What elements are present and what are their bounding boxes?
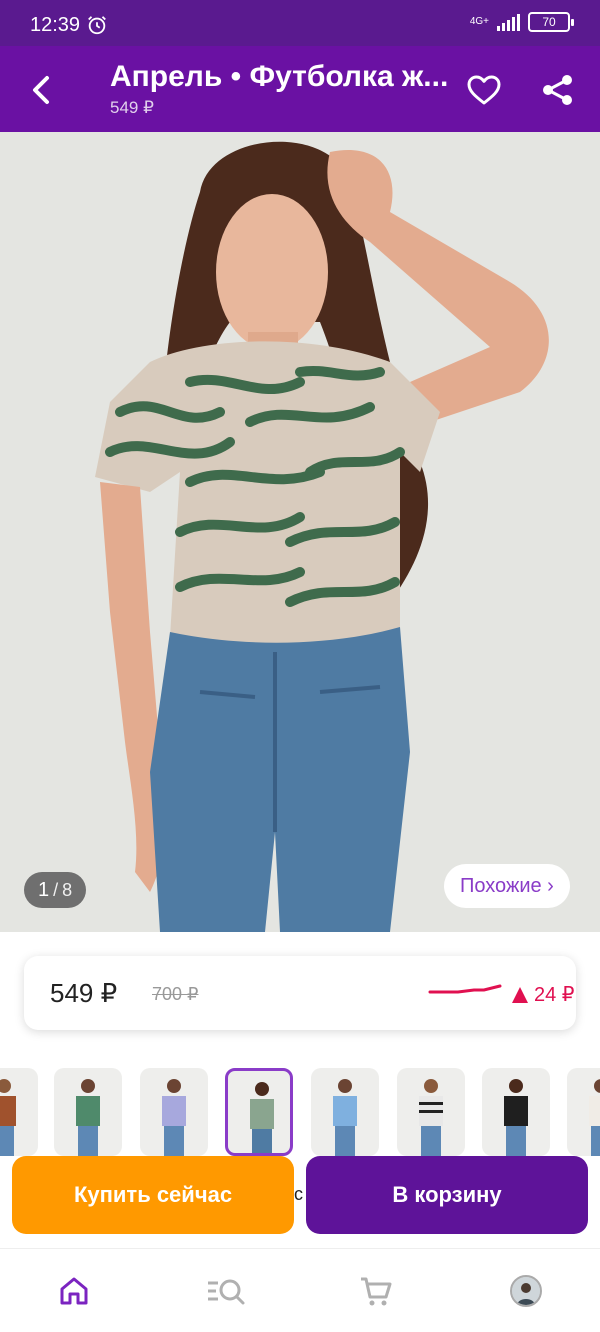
nav-profile[interactable] (504, 1269, 548, 1313)
old-price: 700 ₽ (152, 984, 199, 1004)
price-trend-sparkline (428, 984, 502, 994)
signal-icon (497, 13, 520, 31)
price-card[interactable]: 549 ₽ 700 ₽ 24 ₽ (24, 956, 576, 1030)
buy-now-button[interactable]: Купить сейчас (12, 1156, 294, 1234)
variant-image (504, 1079, 528, 1156)
variant-thumb-selected[interactable] (225, 1068, 293, 1156)
variant-image (333, 1079, 357, 1156)
add-to-cart-button[interactable]: В корзину (306, 1156, 588, 1234)
variant-thumb[interactable] (0, 1068, 38, 1156)
cart-icon (361, 1277, 392, 1306)
similar-button[interactable]: Похожие › (444, 864, 570, 908)
avatar-image (512, 1277, 540, 1305)
buy-now-label: Купить сейчас (73, 1182, 233, 1207)
image-counter-current: 1 (38, 878, 50, 901)
back-arrow-icon (33, 76, 49, 104)
variant-thumb[interactable] (482, 1068, 550, 1156)
heart-icon (467, 75, 501, 105)
header-title-block: Апрель • Футболка ж... 549 ₽ (110, 60, 450, 118)
variant-image (250, 1082, 274, 1153)
add-to-cart-label: В корзину (392, 1182, 502, 1207)
network-label: 4G+ (469, 16, 489, 27)
image-counter-total: 8 (62, 879, 73, 900)
product-photo (0, 132, 600, 932)
variant-thumb[interactable] (567, 1068, 600, 1156)
app-header: Апрель • Футболка ж... 549 ₽ (0, 46, 600, 132)
variant-image (162, 1079, 186, 1156)
status-bar: 12:39 4G+ 70 (0, 0, 600, 46)
status-time: 12:39 (30, 14, 81, 36)
variant-thumbnails (0, 1068, 600, 1158)
variant-image (76, 1079, 100, 1156)
product-title: Апрель • Футболка ж... (110, 60, 449, 93)
variant-image (419, 1079, 443, 1156)
variant-thumb[interactable] (54, 1068, 122, 1156)
back-button[interactable] (20, 68, 64, 112)
network-indicator: 4G+ (470, 17, 489, 27)
nav-home[interactable] (52, 1269, 96, 1313)
favorite-button[interactable] (462, 68, 506, 112)
similar-label: Похожие › (460, 874, 554, 897)
header-price: 549 ₽ (110, 98, 154, 117)
alarm-icon (88, 16, 106, 35)
variant-thumb[interactable] (311, 1068, 379, 1156)
image-counter: 1 / 8 (24, 872, 87, 908)
share-button[interactable] (536, 68, 580, 112)
price-trend-value: 24 ₽ (534, 984, 575, 1006)
bottom-navigation (0, 1248, 600, 1332)
catalog-search-icon (208, 1279, 245, 1305)
share-icon (543, 75, 572, 105)
battery-level: 70 (542, 15, 556, 29)
image-counter-separator: / (53, 879, 59, 900)
current-price: 549 ₽ (50, 978, 118, 1008)
trend-up-icon (512, 986, 528, 1003)
nav-catalog[interactable] (204, 1269, 248, 1313)
profile-avatar (510, 1275, 542, 1307)
variant-thumb[interactable] (140, 1068, 208, 1156)
variant-image (0, 1079, 16, 1156)
nav-cart[interactable] (354, 1269, 398, 1313)
price-trend: 24 ₽ (512, 982, 575, 1007)
variant-image (589, 1079, 600, 1156)
product-gallery[interactable]: 1 / 8 Похожие › (0, 132, 600, 932)
battery-icon: 70 (528, 12, 574, 32)
variant-thumb[interactable] (397, 1068, 465, 1156)
home-icon (60, 1277, 88, 1305)
